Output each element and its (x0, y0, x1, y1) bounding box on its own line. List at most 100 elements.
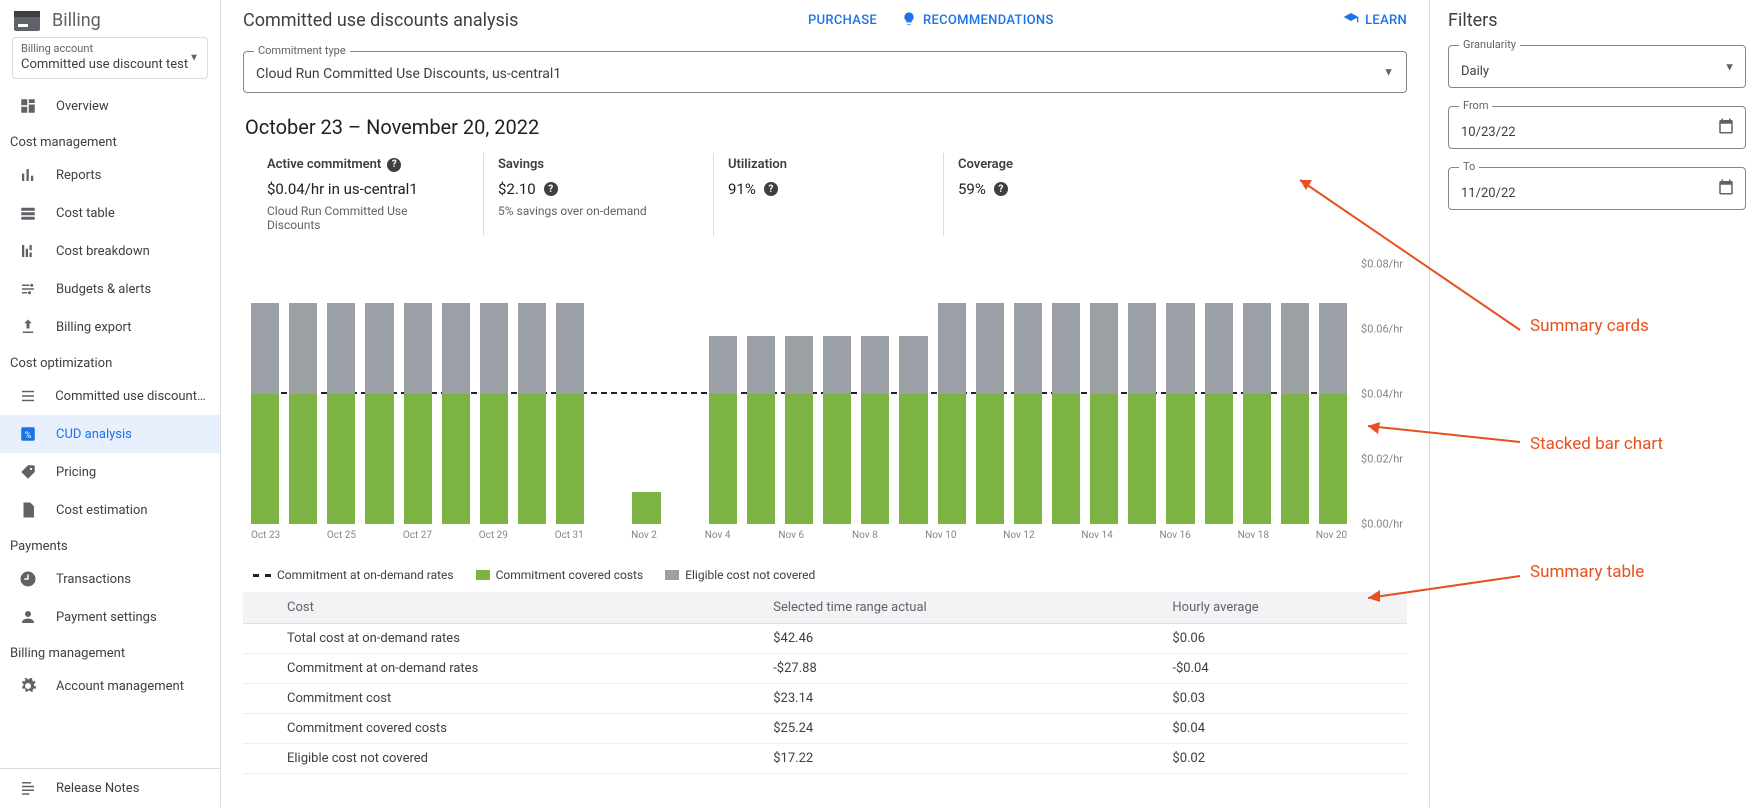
legend-covered: Commitment covered costs (476, 568, 644, 582)
help-icon[interactable]: ? (544, 182, 558, 196)
purchase-link[interactable]: PURCHASE (808, 13, 877, 28)
sidebar-item-pricing[interactable]: Pricing (0, 453, 220, 491)
learn-link[interactable]: LEARN (1343, 11, 1407, 31)
chart-legend: Commitment at on-demand rates Commitment… (253, 568, 1407, 582)
commitment-type-select[interactable]: Commitment type Cloud Run Committed Use … (243, 51, 1407, 93)
calendar-icon (1717, 117, 1735, 139)
sidebar-item-cost-table[interactable]: Cost table (0, 194, 220, 232)
help-icon[interactable]: ? (994, 182, 1008, 196)
x-tick: Nov 18 (1238, 530, 1269, 541)
granularity-select[interactable]: Granularity Daily ▼ (1448, 45, 1746, 88)
sidebar-item-label: Budgets & alerts (56, 282, 151, 297)
billing-logo-icon (14, 11, 40, 31)
filters-panel: Filters Granularity Daily ▼ From 10/23/2… (1430, 0, 1764, 807)
bar-seg-covered (899, 394, 927, 524)
recommendations-link[interactable]: RECOMMENDATIONS (901, 11, 1054, 31)
card-label: Coverage (958, 157, 1099, 172)
bar-seg-not-covered (365, 303, 393, 394)
cell-actual: $25.24 (763, 714, 1162, 744)
sidebar-item-label: Overview (56, 99, 109, 114)
table-row: Eligible cost not covered$17.22$0.02 (243, 744, 1407, 774)
doc-icon (18, 500, 38, 520)
clock-icon (18, 569, 38, 589)
to-date-input[interactable]: To 11/20/22 (1448, 167, 1746, 210)
x-tick: Nov 6 (778, 530, 805, 541)
x-tick: Nov 4 (704, 530, 731, 541)
table-row: Commitment cost$23.14$0.03 (243, 684, 1407, 714)
green-swatch-icon (476, 570, 490, 580)
bar-seg-covered (709, 394, 737, 524)
percent-icon: % (18, 424, 38, 444)
billing-account-selector[interactable]: Billing account Committed use discount t… (12, 37, 208, 79)
learn-icon (1343, 11, 1359, 31)
bar-seg-covered (1014, 394, 1042, 524)
x-tick: Nov 2 (631, 530, 658, 541)
bar-seg-covered (289, 394, 317, 524)
card-value: 91% (728, 180, 756, 198)
help-icon[interactable]: ? (764, 182, 778, 196)
y-tick: $0.00/hr (1361, 518, 1403, 531)
bar (709, 336, 737, 525)
card-label: Savings (498, 157, 689, 172)
sidebar-item-budgets-alerts[interactable]: Budgets & alerts (0, 270, 220, 308)
card-sub: Cloud Run Committed Use Discounts (267, 204, 459, 232)
nav-section-title: Billing management (0, 636, 220, 667)
x-tick: Oct 27 (403, 530, 432, 541)
from-date-input[interactable]: From 10/23/22 (1448, 106, 1746, 149)
x-tick (888, 530, 915, 541)
y-tick: $0.02/hr (1361, 453, 1403, 466)
help-icon[interactable]: ? (387, 158, 401, 172)
gear-icon (18, 676, 38, 696)
legend-commitment-line: Commitment at on-demand rates (253, 568, 454, 582)
sidebar-item-cost-estimation[interactable]: Cost estimation (0, 491, 220, 529)
bar-seg-not-covered (1014, 303, 1042, 394)
sidebar-item-release-notes[interactable]: Release Notes (0, 769, 220, 807)
export-icon (18, 317, 38, 337)
legend-label: Commitment at on-demand rates (277, 568, 454, 582)
th-actual: Selected time range actual (763, 592, 1162, 624)
bar-seg-not-covered (518, 303, 546, 394)
summary-cards: Active commitment? $0.04/hr in us-centra… (243, 153, 1407, 236)
card-utilization: Utilization 91%? (713, 153, 943, 236)
x-tick (741, 530, 768, 541)
x-tick (366, 530, 393, 541)
card-label: Active commitment (267, 157, 381, 172)
bar (1090, 303, 1118, 524)
bar-seg-not-covered (327, 303, 355, 394)
sidebar-item-overview[interactable]: Overview (0, 87, 220, 125)
bar (785, 336, 813, 525)
bar-icon (18, 165, 38, 185)
bar-seg-covered (1205, 394, 1233, 524)
bar-seg-covered (556, 394, 584, 524)
chevron-down-icon: ▼ (189, 53, 199, 64)
sidebar-item-label: Committed use discounts… (55, 389, 206, 404)
sidebar-item-account-management[interactable]: Account management (0, 667, 220, 705)
bar-seg-not-covered (823, 336, 851, 395)
chevron-down-icon: ▼ (1383, 66, 1394, 79)
card-coverage: Coverage 59%? (943, 153, 1123, 236)
bar-seg-covered (632, 492, 660, 525)
sidebar-item-billing-export[interactable]: Billing export (0, 308, 220, 346)
x-tick: Nov 12 (1003, 530, 1034, 541)
bar-seg-covered (861, 394, 889, 524)
sidebar-item-reports[interactable]: Reports (0, 156, 220, 194)
sidebar-item-committed-use-discounts[interactable]: Committed use discounts… (0, 377, 220, 415)
bar (1166, 303, 1194, 524)
y-tick: $0.06/hr (1361, 323, 1403, 336)
sidebar-item-cost-breakdown[interactable]: Cost breakdown (0, 232, 220, 270)
bar-seg-not-covered (1166, 303, 1194, 394)
sidebar-item-transactions[interactable]: Transactions (0, 560, 220, 598)
from-value: 10/23/22 (1461, 125, 1516, 140)
sidebar-item-cud-analysis[interactable]: %CUD analysis (0, 415, 220, 453)
calendar-icon (1717, 178, 1735, 200)
bar-seg-not-covered (1319, 303, 1347, 394)
bar-seg-covered (365, 394, 393, 524)
bar-seg-not-covered (1052, 303, 1080, 394)
bar-seg-covered (518, 394, 546, 524)
date-range-title: October 23 – November 20, 2022 (245, 115, 1407, 139)
bar-seg-not-covered (785, 336, 813, 395)
billing-account-value: Committed use discount test (21, 57, 199, 72)
bar (1052, 303, 1080, 524)
sidebar-item-payment-settings[interactable]: Payment settings (0, 598, 220, 636)
bar-seg-not-covered (1090, 303, 1118, 394)
